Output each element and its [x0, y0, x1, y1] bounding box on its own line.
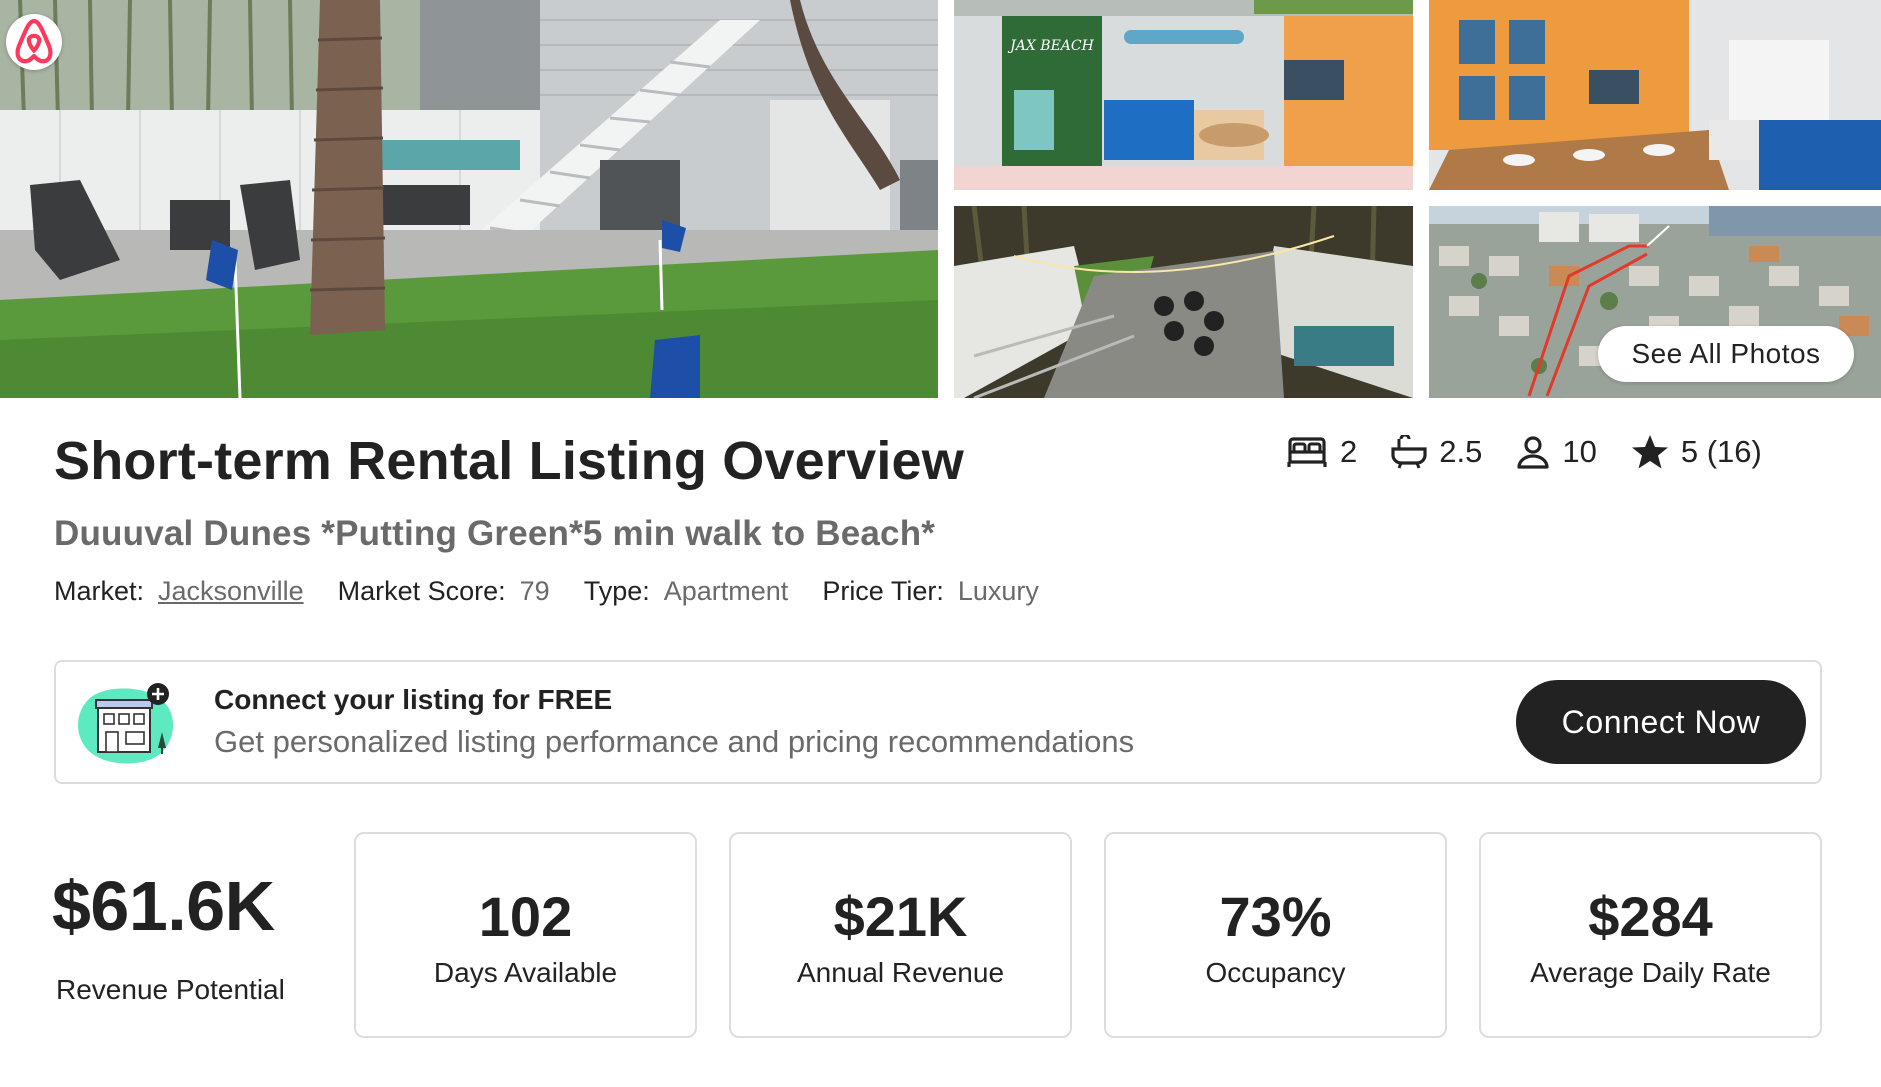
stat-bedrooms: 2: [1286, 434, 1357, 470]
photo-dining-room[interactable]: [1429, 0, 1881, 190]
photo-living-room[interactable]: JAX BEACH: [954, 0, 1413, 190]
type-value: Apartment: [663, 576, 789, 606]
star-icon: [1631, 434, 1669, 470]
market-score-label: Market Score:: [337, 576, 506, 606]
photo-backyard-putting-green[interactable]: [0, 0, 938, 398]
price-tier-label: Price Tier:: [822, 576, 944, 606]
metric-label: Days Available: [433, 957, 618, 988]
airbnb-logo-icon: [6, 14, 62, 70]
bathrooms-count: 2.5: [1439, 434, 1483, 469]
meta-type: Type: Apartment: [584, 576, 789, 607]
revenue-potential-label: Revenue Potential: [56, 974, 285, 1005]
market-link[interactable]: Jacksonville: [158, 576, 304, 607]
building-plus-icon: [76, 680, 180, 766]
rating-value: 5 (16): [1680, 434, 1762, 469]
price-tier-value: Luxury: [957, 576, 1039, 606]
connect-banner-title: Connect your listing for FREE: [214, 684, 613, 715]
listing-name: Duuuval Dunes *Putting Green*5 min walk …: [54, 514, 936, 553]
page-title: Short-term Rental Listing Overview: [54, 431, 964, 491]
metric-value: $21K: [833, 885, 968, 948]
stat-rating: 5 (16): [1631, 434, 1762, 470]
person-icon: [1516, 435, 1550, 469]
listing-meta: Market: Jacksonville Market Score: 79 Ty…: [54, 576, 1039, 607]
meta-price-tier: Price Tier: Luxury: [822, 576, 1039, 607]
stat-bathrooms: 2.5: [1391, 434, 1482, 470]
revenue-potential-value: $61.6K: [52, 867, 275, 945]
metric-value: $284: [1588, 885, 1713, 948]
metric-card-annual-revenue: $21K Annual Revenue: [729, 832, 1072, 1038]
photo-gallery: JAX BEACH See All Photos: [0, 0, 1881, 398]
guests-count: 10: [1562, 434, 1597, 469]
market-score-value: 79: [519, 576, 550, 606]
revenue-potential: $61.6K Revenue Potential: [52, 866, 312, 1006]
connect-now-button[interactable]: Connect Now: [1516, 680, 1806, 764]
see-all-photos-button[interactable]: See All Photos: [1598, 326, 1854, 382]
metric-value: 102: [478, 885, 573, 948]
bedrooms-count: 2: [1340, 434, 1358, 469]
metric-card-average-daily-rate: $284 Average Daily Rate: [1479, 832, 1822, 1038]
metric-label: Average Daily Rate: [1530, 957, 1771, 988]
bathtub-icon: [1391, 435, 1427, 469]
bed-icon: [1286, 436, 1328, 468]
meta-market-score: Market Score: 79: [338, 576, 550, 607]
metric-label: Occupancy: [1205, 957, 1346, 988]
connect-banner-subtitle: Get personalized listing performance and…: [214, 724, 1135, 759]
meta-market: Market: Jacksonville: [54, 576, 304, 607]
photo-rooftop-patio[interactable]: [954, 206, 1413, 398]
market-label: Market:: [54, 576, 145, 606]
stat-guests: 10: [1516, 434, 1597, 470]
metric-value: 73%: [1219, 885, 1332, 948]
metric-card-days-available: 102 Days Available: [354, 832, 697, 1038]
connect-listing-banner: Connect your listing for FREE Get person…: [54, 660, 1822, 784]
listing-stats: 2 2.5 10 5 (16): [1286, 434, 1762, 470]
svg-text:JAX BEACH: JAX BEACH: [1007, 38, 1094, 54]
type-label: Type:: [583, 576, 650, 606]
metric-card-occupancy: 73% Occupancy: [1104, 832, 1447, 1038]
metric-label: Annual Revenue: [796, 957, 1005, 988]
